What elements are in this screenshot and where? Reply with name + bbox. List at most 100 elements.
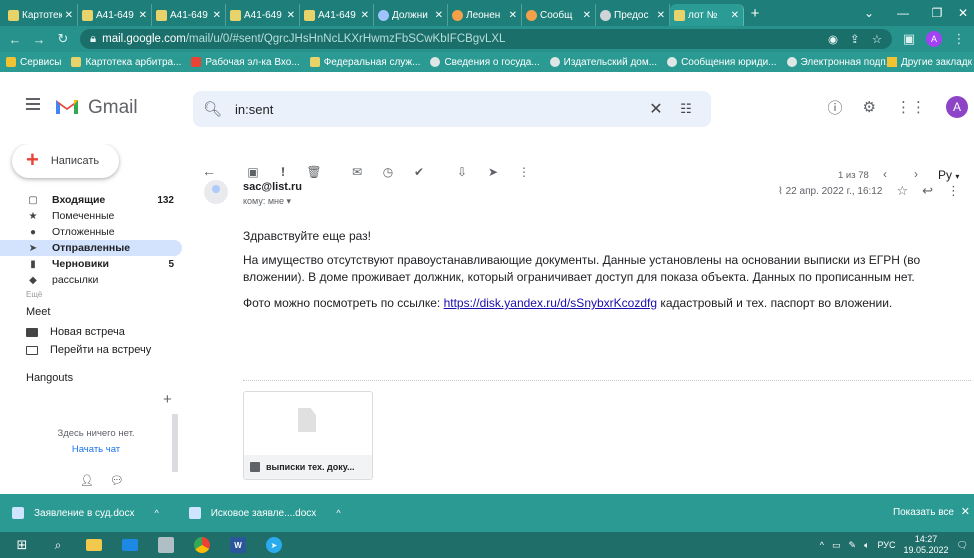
browser-menu-icon[interactable]: ⋮: [952, 31, 966, 47]
tab-close-icon[interactable]: ✕: [287, 10, 295, 21]
browser-tab[interactable]: А41-649 ✕: [78, 4, 152, 26]
browser-tab[interactable]: Леонен ✕: [448, 4, 522, 26]
browser-tab[interactable]: А41-649 ✕: [226, 4, 300, 26]
clock[interactable]: 14:27 19.05.2022: [904, 534, 949, 556]
search-input[interactable]: in:sent: [227, 102, 641, 117]
search-bar[interactable]: 🔍︎ in:sent ✕ ☷: [193, 91, 711, 127]
tab-close-icon[interactable]: ✕: [435, 10, 443, 21]
recipient-dropdown[interactable]: кому: мне ▾: [243, 196, 291, 207]
attachment-card[interactable]: выписки тех. доку...: [243, 391, 373, 480]
back-to-list-icon[interactable]: ←: [200, 163, 218, 179]
browser-tab[interactable]: лот № ✕: [670, 4, 744, 26]
url-input[interactable]: 🔒︎ mail.google.com/mail/u/0/#sent/QgrcJH…: [80, 29, 892, 49]
search-options-icon[interactable]: ☷: [671, 101, 701, 117]
search-taskbar-icon[interactable]: ⌕: [50, 537, 66, 553]
close-window-button[interactable]: ✕: [952, 6, 974, 20]
new-meeting-link[interactable]: Новая встреча: [26, 326, 125, 338]
older-chevron-icon[interactable]: ›: [907, 167, 925, 181]
message-more-icon[interactable]: ⋮: [947, 183, 960, 199]
more-actions-icon[interactable]: ⋮: [515, 165, 533, 179]
download-menu-caret-icon[interactable]: ^: [154, 508, 158, 518]
tab-close-icon[interactable]: ✕: [509, 10, 517, 21]
browser-tab[interactable]: А41-649 ✕: [152, 4, 226, 26]
account-avatar[interactable]: A: [946, 96, 968, 118]
compose-button[interactable]: + Написать: [12, 144, 119, 178]
calculator-icon[interactable]: [158, 537, 174, 553]
add-chat-icon[interactable]: +: [163, 391, 172, 408]
label-tag-icon[interactable]: ➤: [484, 165, 502, 179]
settings-gear-icon[interactable]: ⚙: [863, 98, 876, 116]
minimize-button[interactable]: —: [886, 6, 920, 20]
volume-icon[interactable]: 🔈︎: [864, 540, 869, 551]
other-bookmarks[interactable]: Другие закладк: [886, 52, 974, 72]
bookmark-item[interactable]: Сообщения юриди...: [667, 57, 777, 68]
apps-grid-icon[interactable]: ⋮⋮: [896, 98, 926, 116]
profile-avatar[interactable]: A: [926, 31, 942, 47]
windows-start-icon[interactable]: ⊞: [14, 537, 30, 553]
browser-tab[interactable]: Картотека✕: [4, 4, 78, 26]
search-icon[interactable]: 🔍︎: [203, 100, 227, 118]
tab-search-icon[interactable]: ⌄: [852, 6, 886, 20]
share-icon[interactable]: ⇪: [850, 32, 860, 46]
tab-close-icon[interactable]: ✕: [657, 10, 665, 21]
bookmark-item[interactable]: Электронная подп...: [786, 57, 894, 68]
word-icon[interactable]: W: [230, 537, 246, 553]
star-message-icon[interactable]: ☆: [896, 183, 908, 199]
sender-email[interactable]: sac@list.ru: [243, 181, 302, 193]
sender-avatar[interactable]: [204, 180, 228, 204]
bookmark-item[interactable]: Федеральная служ...: [309, 57, 420, 68]
archive-icon[interactable]: ▣: [244, 165, 262, 179]
clear-search-icon[interactable]: ✕: [641, 99, 671, 119]
sidebar-item[interactable]: ◆ рассылки: [0, 272, 190, 288]
chat-bubble-icon[interactable]: 💬︎: [110, 474, 124, 487]
download-menu-caret-icon[interactable]: ^: [336, 508, 340, 518]
tab-close-icon[interactable]: ✕: [361, 10, 369, 21]
bookmark-item[interactable]: Картотека арбитра...: [71, 57, 181, 68]
yandex-disk-link[interactable]: https://disk.yandex.ru/d/sSnybxrKcozdfg: [444, 296, 657, 310]
telegram-icon[interactable]: ➤: [266, 537, 282, 553]
reload-icon[interactable]: ↻: [56, 31, 70, 47]
tab-close-icon[interactable]: ✕: [213, 10, 221, 21]
tab-close-icon[interactable]: ✕: [731, 10, 739, 21]
download-item[interactable]: Исковое заявле....docx ^: [188, 507, 341, 519]
person-icon[interactable]: 👤︎: [80, 474, 94, 487]
file-explorer-icon[interactable]: [86, 539, 102, 551]
delete-trash-icon[interactable]: 🗑︎: [305, 165, 323, 179]
close-downloads-icon[interactable]: ✕: [961, 505, 970, 518]
tab-close-icon[interactable]: ✕: [583, 10, 591, 21]
pen-icon[interactable]: ✎: [849, 540, 857, 551]
bookmark-star-icon[interactable]: ☆: [872, 32, 882, 46]
eye-icon[interactable]: ◉: [828, 32, 838, 46]
sidebar-item[interactable]: ▮ Черновики 5: [0, 256, 190, 272]
sidebar-item[interactable]: ★ Помеченные: [0, 208, 190, 224]
join-meeting-link[interactable]: Перейти на встречу: [26, 344, 151, 356]
mail-app-icon[interactable]: [122, 539, 138, 551]
bookmark-item[interactable]: Рабочая эл-ка Вхо...: [191, 57, 300, 68]
move-to-icon[interactable]: ⇩: [453, 165, 471, 179]
bookmark-item[interactable]: Сведения о госуда...: [430, 57, 540, 68]
sidebar-item[interactable]: ▢ Входящие 132: [0, 192, 190, 208]
reply-arrow-icon[interactable]: ↩: [922, 183, 933, 199]
language-indicator[interactable]: РУС: [877, 540, 895, 550]
mark-unread-icon[interactable]: ✉: [348, 165, 366, 179]
browser-tab[interactable]: Должни ✕: [374, 4, 448, 26]
maximize-button[interactable]: ❐: [920, 6, 954, 20]
notifications-icon[interactable]: 🗨︎: [957, 540, 968, 551]
hangouts-scrollbar[interactable]: [172, 414, 178, 472]
browser-tab[interactable]: Сообщ ✕: [522, 4, 596, 26]
forward-arrow-icon[interactable]: →: [32, 32, 46, 47]
browser-tab[interactable]: Предос ✕: [596, 4, 670, 26]
back-arrow-icon[interactable]: ←: [8, 32, 22, 47]
new-tab-button[interactable]: +: [744, 4, 766, 26]
gmail-logo-icon[interactable]: [54, 96, 80, 116]
tab-close-icon[interactable]: ✕: [65, 10, 73, 21]
bookmark-item[interactable]: Сервисы: [6, 57, 61, 68]
tab-close-icon[interactable]: ✕: [139, 10, 147, 21]
start-chat-link[interactable]: Начать чат: [26, 444, 166, 455]
sidebar-item[interactable]: ➤ Отправленные: [0, 240, 182, 256]
report-spam-icon[interactable]: ❗︎: [274, 165, 292, 180]
bookmark-item[interactable]: Издательский дом...: [549, 57, 657, 68]
input-tools-button[interactable]: Ру ▾: [938, 168, 959, 182]
newer-chevron-icon[interactable]: ‹: [876, 167, 894, 181]
sidebar-item[interactable]: ● Отложенные: [0, 224, 190, 240]
